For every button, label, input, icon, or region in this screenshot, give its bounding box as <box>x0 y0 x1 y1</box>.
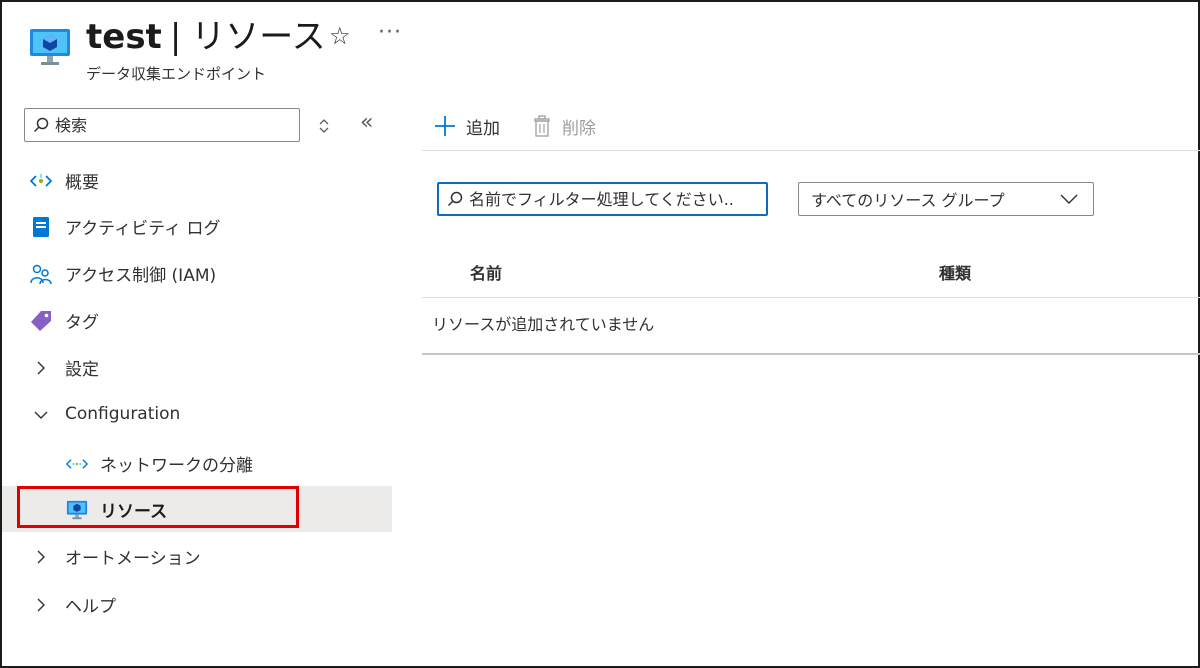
chevron-down-icon <box>30 404 52 426</box>
name-filter-input[interactable] <box>469 189 749 209</box>
title-separator: | <box>169 17 182 57</box>
sidebar-item-help[interactable]: ヘルプ <box>2 581 392 627</box>
chevron-right-icon <box>30 357 52 379</box>
activity-log-icon <box>30 216 52 238</box>
network-isolation-icon <box>66 453 88 475</box>
chevron-right-icon <box>30 546 52 568</box>
sidebar-item-label: アクセス制御 (IAM) <box>65 265 217 286</box>
sidebar-item-label: リソース <box>100 501 168 522</box>
sidebar-item-label: 設定 <box>65 359 99 380</box>
add-button-label: 追加 <box>466 118 500 139</box>
sidebar-item-label: アクティビティ ログ <box>65 218 221 239</box>
sort-updown-icon[interactable] <box>316 116 332 136</box>
sidebar-item-activity-log[interactable]: アクティビティ ログ <box>2 203 392 249</box>
tag-icon <box>30 310 52 332</box>
add-button[interactable]: 追加 <box>434 112 500 140</box>
resource-type-subtitle: データ収集エンドポイント <box>86 65 267 83</box>
data-collection-endpoint-icon <box>28 27 72 67</box>
plus-icon <box>435 116 455 136</box>
resource-group-dropdown[interactable]: すべてのリソース グループ <box>798 182 1094 216</box>
toolbar-divider <box>422 150 1200 151</box>
column-header-type[interactable]: 種類 <box>939 260 971 284</box>
favorite-star-icon[interactable]: ☆ <box>329 22 351 50</box>
resource-group-dropdown-value: すべてのリソース グループ <box>811 191 1005 210</box>
sidebar-item-label: ネットワークの分離 <box>100 455 253 476</box>
sidebar-item-label: タグ <box>65 312 99 333</box>
column-header-name[interactable]: 名前 <box>470 260 502 284</box>
sidebar-search[interactable] <box>24 108 300 142</box>
sidebar-item-network-isolation[interactable]: ネットワークの分離 <box>2 440 392 486</box>
sidebar-item-label: Configuration <box>65 404 181 424</box>
collapse-sidebar-button[interactable]: « <box>360 110 373 135</box>
sidebar-item-label: ヘルプ <box>65 596 116 617</box>
sidebar-item-automation[interactable]: オートメーション <box>2 533 392 579</box>
sidebar-search-input[interactable] <box>55 115 275 135</box>
sidebar-item-settings[interactable]: 設定 <box>2 344 392 390</box>
trash-icon <box>534 115 550 137</box>
resource-name: test <box>86 17 162 57</box>
more-options-button[interactable]: ··· <box>378 20 402 45</box>
page-title: test | リソース <box>86 16 326 58</box>
chevron-down-icon <box>1060 194 1078 204</box>
sidebar-item-label: 概要 <box>65 172 99 193</box>
blade-name: リソース <box>191 17 326 57</box>
sidebar-item-overview[interactable]: 概要 <box>2 157 392 203</box>
sidebar-item-label: オートメーション <box>65 548 201 569</box>
delete-button-label: 削除 <box>562 118 596 139</box>
name-filter[interactable] <box>437 182 768 216</box>
sidebar-item-configuration[interactable]: Configuration <box>2 391 392 437</box>
delete-button[interactable]: 削除 <box>532 112 596 140</box>
sidebar-item-iam[interactable]: アクセス制御 (IAM) <box>2 250 392 296</box>
iam-icon <box>30 263 52 285</box>
resource-icon <box>66 499 88 521</box>
chevron-right-icon <box>30 594 52 616</box>
overview-icon <box>30 170 52 192</box>
table-bottom-border <box>422 353 1200 355</box>
portal-frame: test|リソース ☆ ··· データ収集エンドポイント « 概要 <box>0 0 1200 668</box>
sidebar-item-tags[interactable]: タグ <box>2 297 392 343</box>
sidebar-item-resources[interactable]: リソース <box>2 486 392 532</box>
empty-table-message: リソースが追加されていません <box>432 315 655 334</box>
table-header-divider <box>422 297 1200 298</box>
search-icon <box>33 117 49 133</box>
search-icon <box>447 191 463 207</box>
